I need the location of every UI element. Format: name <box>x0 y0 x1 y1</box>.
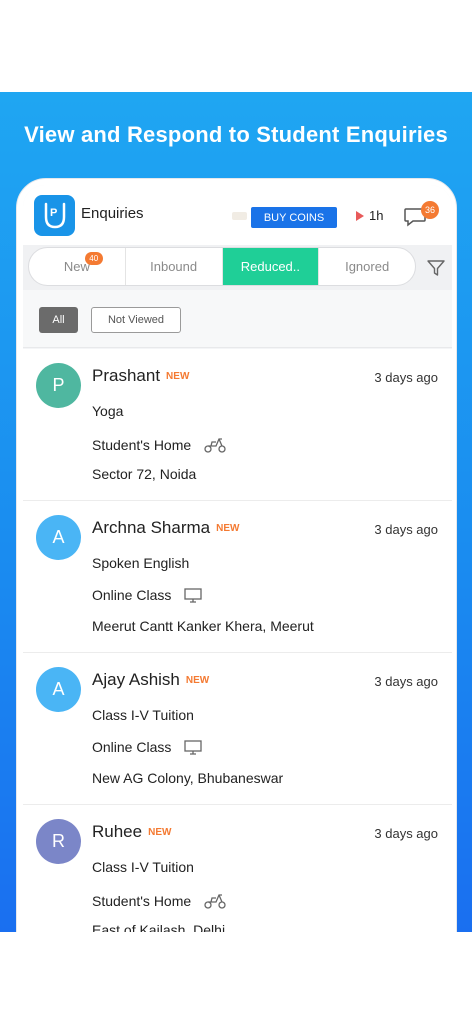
enquiry-date: 3 days ago <box>374 826 438 841</box>
tab-label: Inbound <box>150 259 198 274</box>
tab-new[interactable]: New 40 <box>29 248 126 285</box>
tab-label: Ignored <box>345 259 390 274</box>
enquiry-subject: Yoga <box>92 403 124 419</box>
timer-text: 1h <box>369 208 384 223</box>
avatar: A <box>36 667 81 712</box>
enquiry-mode: Online Class <box>92 587 203 603</box>
student-name: Archna Sharma NEW <box>92 518 239 538</box>
tab-ignored[interactable]: Ignored <box>319 248 415 285</box>
student-name-text: Archna Sharma <box>92 518 211 537</box>
enquiry-location: New AG Colony, Bhubaneswar <box>92 770 284 786</box>
new-badge: NEW <box>216 523 240 534</box>
student-name-text: Ruhee <box>92 822 143 841</box>
monitor-icon <box>184 740 202 755</box>
tab-inbound[interactable]: Inbound <box>126 248 223 285</box>
tab-reduced[interactable]: Reduced.. <box>222 248 320 285</box>
avatar: A <box>36 515 81 560</box>
enquiry-mode: Online Class <box>92 739 203 755</box>
enquiry-date: 3 days ago <box>374 370 438 385</box>
promo-headline: View and Respond to Student Enquiries <box>24 122 448 147</box>
enquiry-date: 3 days ago <box>374 522 438 537</box>
tab-label: Reduced.. <box>240 259 300 274</box>
app-screen: P Enquiries BUY COINS 1h 36 New 40 Inbou… <box>23 185 452 932</box>
avatar: P <box>36 363 81 408</box>
avatar: R <box>36 819 81 864</box>
mode-text: Student's Home <box>92 437 192 453</box>
enquiry-date: 3 days ago <box>374 674 438 689</box>
tabs-bar: New 40 Inbound Reduced.. Ignored <box>23 245 452 290</box>
enquiry-subject: Class I-V Tuition <box>92 707 194 723</box>
top-margin <box>0 0 472 92</box>
enquiry-subject: Class I-V Tuition <box>92 859 194 875</box>
new-badge: NEW <box>166 371 190 382</box>
mode-text: Online Class <box>92 739 172 755</box>
scooter-icon <box>204 438 226 453</box>
buy-coins-button[interactable]: BUY COINS <box>251 207 337 228</box>
new-badge: NEW <box>148 827 172 838</box>
enquiry-card[interactable]: A Ajay Ashish NEW 3 days ago Class I-V Tu… <box>23 653 452 805</box>
enquiry-location: Sector 72, Noida <box>92 466 197 482</box>
tab-group: New 40 Inbound Reduced.. Ignored <box>28 247 416 286</box>
monitor-icon <box>184 588 202 603</box>
bottom-margin <box>0 932 472 1024</box>
chat-badge: 36 <box>421 201 439 219</box>
logo-letter: P <box>50 207 58 219</box>
tab-new-badge: 40 <box>84 252 103 265</box>
filter-all-button[interactable]: All <box>39 307 78 333</box>
student-name: Prashant NEW <box>92 366 189 386</box>
play-icon <box>356 211 364 221</box>
enquiry-card[interactable]: A Archna Sharma NEW 3 days ago Spoken Eng… <box>23 501 452 653</box>
filter-icon[interactable] <box>426 258 446 278</box>
promo-banner: View and Respond to Student Enquiries P … <box>0 92 472 932</box>
enquiry-card[interactable]: P Prashant NEW 3 days ago Yoga Student's … <box>23 349 452 501</box>
enquiry-location: Meerut Cantt Kanker Khera, Meerut <box>92 618 314 634</box>
student-name-text: Prashant <box>92 366 161 385</box>
enquiry-card[interactable]: R Ruhee NEW 3 days ago Class I-V Tuition … <box>23 805 452 932</box>
phone-frame: P Enquiries BUY COINS 1h 36 New 40 Inbou… <box>16 178 457 932</box>
new-badge: NEW <box>185 675 210 686</box>
enquiry-location: East of Kailash, Delhi <box>92 922 226 932</box>
app-header: P Enquiries BUY COINS 1h 36 <box>23 185 452 245</box>
app-logo: P <box>34 195 75 236</box>
enquiry-mode: Student's Home <box>92 891 227 909</box>
enquiry-subject: Spoken English <box>92 555 190 571</box>
student-name: Ajay Ashish NEW <box>92 670 209 690</box>
scooter-icon <box>204 894 226 909</box>
mode-text: Student's Home <box>92 893 192 909</box>
page-title: Enquiries <box>81 205 144 222</box>
filter-not-viewed-button[interactable]: Not Viewed <box>91 307 181 333</box>
coin-icon <box>232 212 247 220</box>
enquiry-list: P Prashant NEW 3 days ago Yoga Student's … <box>23 349 452 932</box>
student-name-text: Ajay Ashish <box>92 670 180 689</box>
student-name: Ruhee NEW <box>92 822 171 842</box>
filter-chips: All Not Viewed <box>23 290 452 348</box>
enquiry-mode: Student's Home <box>92 435 227 453</box>
mode-text: Online Class <box>92 587 172 603</box>
